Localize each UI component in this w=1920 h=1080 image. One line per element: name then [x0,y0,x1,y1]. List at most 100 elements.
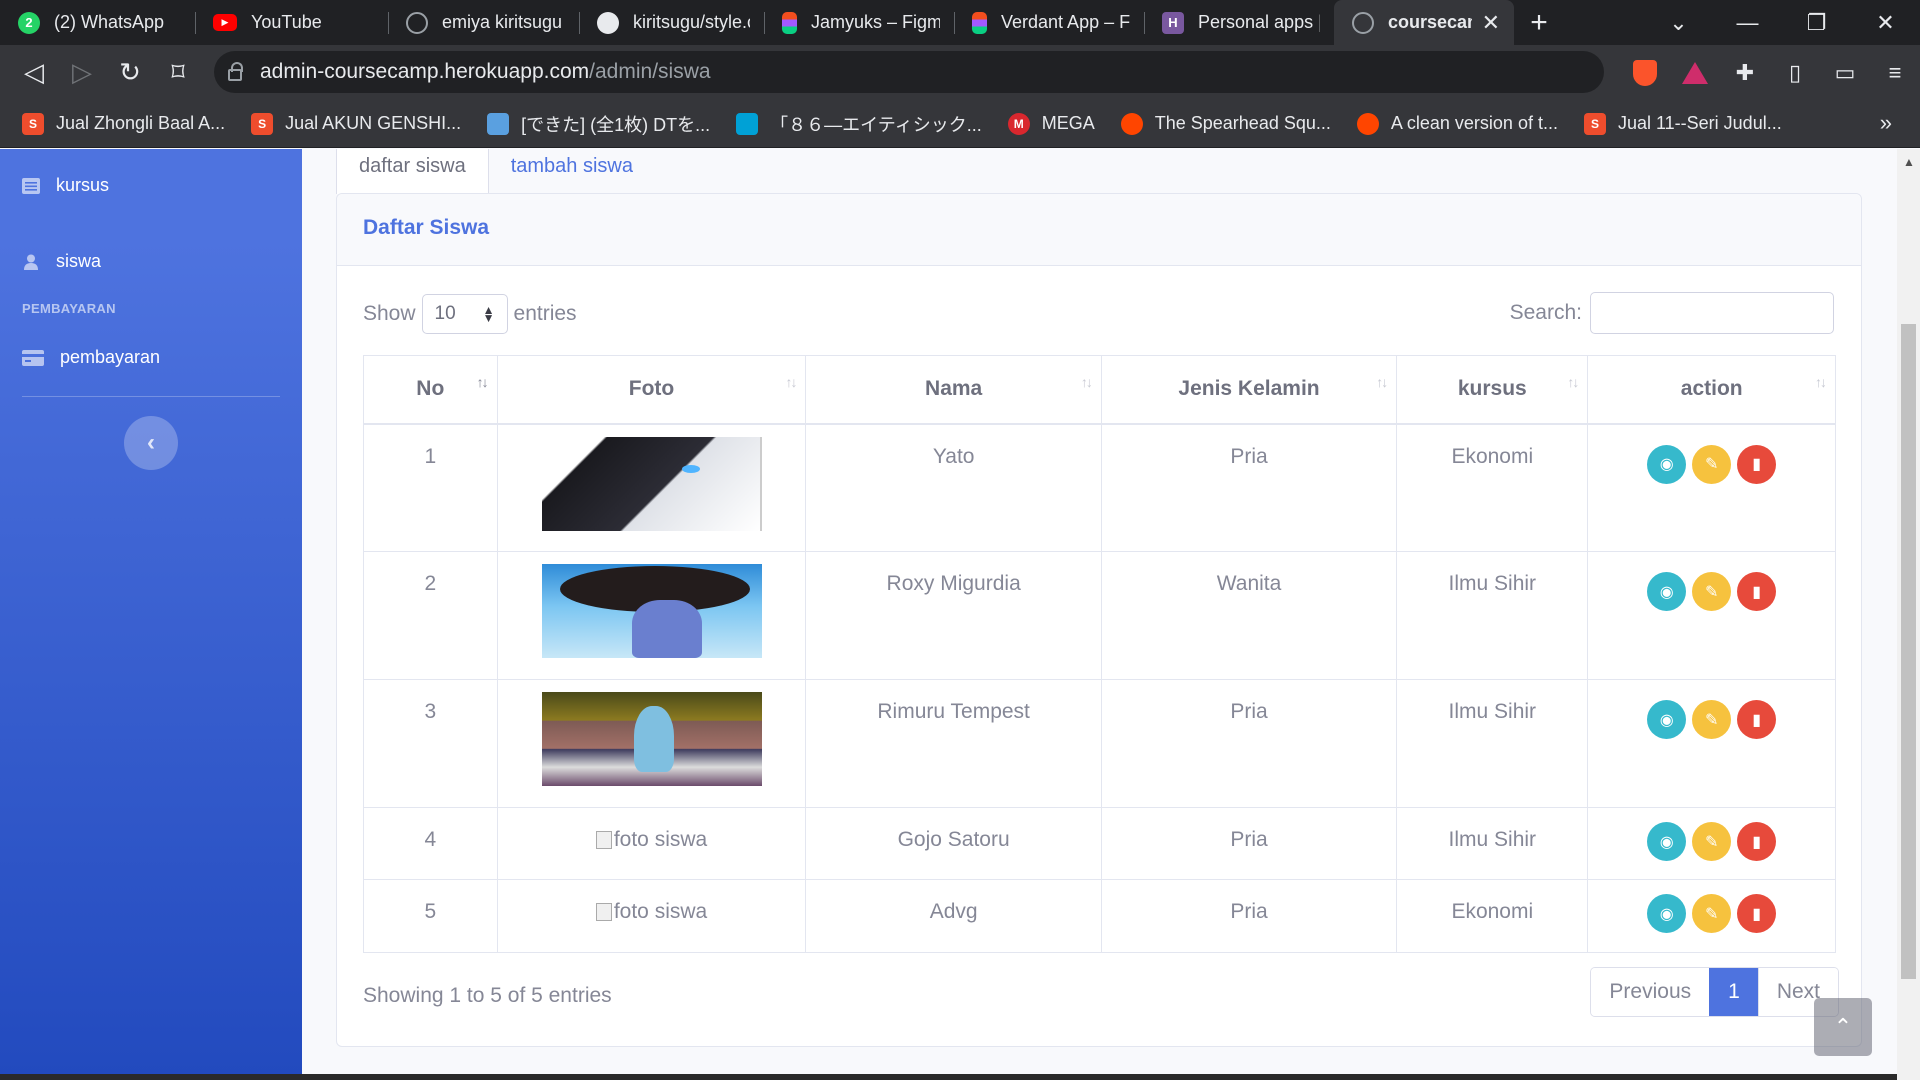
more-bookmarks-icon[interactable]: » [1880,110,1892,136]
brave-shields-icon[interactable] [1633,59,1657,86]
view-button[interactable]: ◉ [1647,572,1687,611]
sidebar-item-kursus[interactable]: kursus [22,175,109,196]
bookmark-item[interactable]: The Spearhead Squ... [1120,112,1331,135]
scroll-to-top-button[interactable]: ⌃ [1814,998,1872,1056]
tab-title: coursecamp [1388,12,1472,32]
row-actions: ◉ ✎ ▮ [1588,894,1835,933]
trash-icon: ▮ [1752,456,1762,473]
forward-icon[interactable]: ▷ [58,57,106,88]
chevron-up-icon: ⌃ [1833,1014,1853,1039]
bookmark-item[interactable]: S Jual AKUN GENSHI... [251,112,462,135]
pagination-page-1[interactable]: 1 [1709,968,1758,1016]
view-button[interactable]: ◉ [1647,444,1687,484]
browser-tab-github[interactable]: kiritsugu/style.cs [579,0,764,45]
scrollbar-thumb[interactable] [1901,324,1916,979]
vertical-scrollbar[interactable]: ▲ [1897,149,1920,1080]
broken-image-icon [595,903,612,921]
edit-icon: ✎ [1704,583,1719,601]
tab-search-icon[interactable]: ⌄ [1644,10,1713,36]
scroll-up-arrow-icon[interactable]: ▲ [1903,155,1915,169]
edit-button[interactable]: ✎ [1692,894,1732,933]
menu-icon[interactable]: ≡ [1870,60,1920,86]
browser-tab-coursecamp[interactable]: coursecamp ✕ [1334,0,1514,45]
bookmark-item[interactable]: 「８６―エイティシック... [736,111,982,137]
cell-action: ◉ ✎ ▮ [1587,807,1836,880]
browser-tab-heroku[interactable]: H Personal apps | H [1144,0,1334,45]
bookmark-item[interactable]: M MEGA [1007,112,1095,135]
bookmark-label: 「８６―エイティシック... [770,114,982,135]
edit-button[interactable]: ✎ [1692,444,1732,484]
bookmark-item[interactable]: [できた] (全1枚) DTを... [487,111,710,137]
sidebar-item-pembayaran[interactable]: pembayaran [22,347,160,368]
sidebar-toggle-button[interactable]: ‹ [124,416,178,470]
column-header-label: Foto [628,377,675,401]
entries-length-select[interactable]: 10 ▲ ▼ [421,294,508,334]
new-tab-icon[interactable]: + [1514,0,1564,45]
column-header-kursus[interactable]: kursus ↑↓ [1396,355,1589,425]
restore-icon[interactable]: ❐ [1782,10,1851,36]
back-icon[interactable]: ◁ [10,57,58,88]
user-icon [24,254,38,270]
sidebar-toggle-icon[interactable]: ▯ [1770,60,1820,86]
bookmark-item[interactable]: A clean version of t... [1356,112,1558,135]
bookmark-item[interactable]: S Jual Zhongli Baal A... [22,112,225,135]
youtube-icon: ▶ [213,14,237,31]
browser-tab-youtube[interactable]: ▶ YouTube [195,0,388,45]
entries-label: entries [513,302,577,325]
reddit-icon [1120,112,1143,135]
edit-button[interactable]: ✎ [1692,822,1732,861]
cell-action: ◉ ✎ ▮ [1587,679,1836,808]
browser-tab-figma-jamyuks[interactable]: Jamyuks – Figma [764,0,954,45]
tab-tambah-siswa[interactable]: tambah siswa [489,149,655,194]
broken-image-icon [595,831,612,849]
column-header-jenis-kelamin[interactable]: Jenis Kelamin ↑↓ [1100,355,1398,425]
wallet-icon[interactable]: ▭ [1820,60,1870,86]
bookmark-label: Jual AKUN GENSHI... [285,113,462,133]
cell-no: 2 [363,551,498,680]
minimize-icon[interactable]: — [1713,10,1782,36]
edit-button[interactable]: ✎ [1692,700,1732,739]
browser-tab-emiya[interactable]: emiya kiritsugu [388,0,579,45]
edit-icon: ✎ [1704,833,1719,851]
bookmark-icon[interactable]: ⌑ [154,57,202,88]
tab-daftar-siswa[interactable]: daftar siswa [336,149,489,194]
close-tab-icon[interactable]: ✕ [1482,10,1500,36]
view-button[interactable]: ◉ [1647,700,1687,739]
browser-tab-strip: 2 (2) WhatsApp ▶ YouTube emiya kiritsugu… [0,0,1920,45]
extensions-puzzle-icon[interactable]: ✚ [1720,60,1770,86]
entries-length-control: Show 10 ▲ ▼ entries [363,294,577,334]
column-header-foto[interactable]: Foto ↑↓ [496,355,807,425]
edit-icon: ✎ [1704,456,1719,473]
cell-kursus: Ilmu Sihir [1396,807,1589,880]
delete-button[interactable]: ▮ [1737,700,1777,739]
search-input[interactable] [1590,292,1834,334]
edit-button[interactable]: ✎ [1692,572,1732,611]
delete-button[interactable]: ▮ [1737,894,1777,933]
brave-rewards-icon[interactable] [1682,61,1708,84]
reload-icon[interactable]: ↻ [106,57,154,88]
pagination-previous[interactable]: Previous [1591,968,1710,1016]
window-close-icon[interactable]: ✕ [1851,10,1920,36]
card-title: Daftar Siswa [337,194,1861,266]
mega-icon: M [1007,112,1030,135]
delete-button[interactable]: ▮ [1737,444,1777,484]
address-bar[interactable]: admin-coursecamp.herokuapp.com/admin/sis… [214,51,1604,93]
column-header-no[interactable]: No ↑↓ [363,355,498,425]
view-button[interactable]: ◉ [1647,894,1687,933]
github-icon [597,11,619,34]
browser-tab-figma-verdant[interactable]: Verdant App – Fi [954,0,1144,45]
browser-tab-whatsapp[interactable]: 2 (2) WhatsApp [0,0,195,45]
eye-icon: ◉ [1659,583,1674,601]
shopee-icon: S [22,112,44,135]
delete-button[interactable]: ▮ [1737,822,1777,861]
sidebar-item-siswa[interactable]: siswa [22,251,101,272]
delete-button[interactable]: ▮ [1737,572,1777,611]
bookmark-item[interactable]: S Jual 11--Seri Judul... [1583,112,1782,135]
lock-icon [228,62,243,81]
view-button[interactable]: ◉ [1647,822,1687,861]
cell-nama: Gojo Satoru [805,807,1102,880]
horizontal-scrollbar[interactable] [0,1074,1897,1080]
column-header-nama[interactable]: Nama ↑↓ [805,355,1102,425]
column-header-action[interactable]: action ↑↓ [1587,355,1836,425]
shopee-icon: S [1583,112,1606,135]
